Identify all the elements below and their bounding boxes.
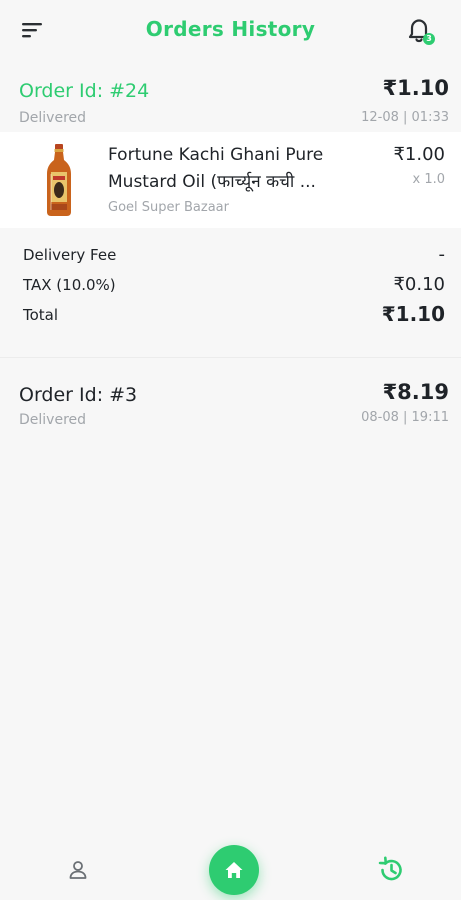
order-status: Delivered: [19, 412, 87, 428]
app-header: Orders History 3: [0, 0, 461, 62]
history-icon[interactable]: [376, 855, 406, 885]
order-date: 08-08 | 19:11: [361, 410, 449, 425]
order-item-card[interactable]: Fortune Kachi Ghani Pure Mustard Oil (फा…: [0, 132, 461, 228]
bottom-navigation: [0, 840, 461, 900]
item-quantity: x 1.0: [412, 172, 446, 187]
notifications-button[interactable]: 3: [404, 15, 436, 47]
tax-value: ₹0.10: [393, 274, 445, 295]
order-summary: Delivery Fee - TAX (10.0%) ₹0.10 Total ₹…: [0, 240, 461, 358]
tax-row: TAX (10.0%) ₹0.10: [23, 272, 445, 302]
product-image: [42, 144, 76, 216]
total-value: ₹1.10: [381, 302, 445, 326]
order-status: Delivered: [19, 110, 87, 126]
delivery-fee-row: Delivery Fee -: [23, 242, 445, 272]
item-price: ₹1.00: [393, 144, 445, 165]
order-id: Order Id: #24: [19, 80, 150, 102]
item-name-line-1: Fortune Kachi Ghani Pure: [108, 145, 324, 165]
total-row: Total ₹1.10: [23, 302, 445, 332]
item-store: Goel Super Bazaar: [108, 200, 229, 215]
order-date: 12-08 | 01:33: [361, 110, 449, 125]
order-amount: ₹1.10: [382, 76, 449, 100]
home-button[interactable]: [209, 845, 259, 895]
order-amount: ₹8.19: [382, 380, 449, 404]
profile-icon[interactable]: [66, 858, 90, 882]
delivery-fee-value: -: [438, 244, 446, 265]
tax-label: TAX (10.0%): [23, 276, 116, 294]
divider: [0, 357, 461, 358]
total-label: Total: [23, 306, 59, 324]
page-title: Orders History: [145, 17, 316, 41]
delivery-fee-label: Delivery Fee: [23, 246, 117, 264]
item-name: Fortune Kachi Ghani Pure Mustard Oil (फा…: [108, 142, 378, 196]
order-header-3[interactable]: Order Id: #3 Delivered ₹8.19 08-08 | 19:…: [0, 380, 461, 444]
item-name-line-2: Mustard Oil (फार्च्यून कची ...: [108, 172, 316, 192]
notification-badge: 3: [423, 33, 435, 45]
order-header-24[interactable]: Order Id: #24 Delivered ₹1.10 12-08 | 01…: [0, 76, 461, 140]
order-id: Order Id: #3: [19, 384, 138, 406]
home-icon: [225, 862, 243, 878]
